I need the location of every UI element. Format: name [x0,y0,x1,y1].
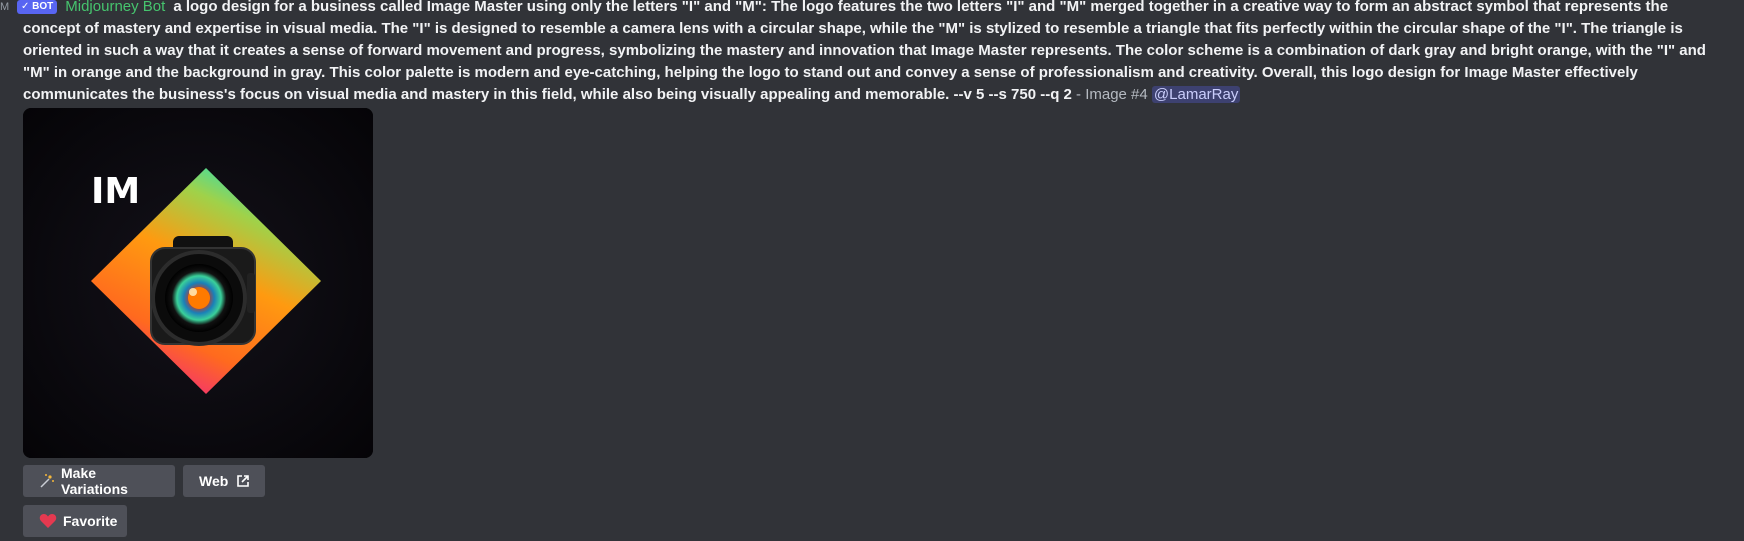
make-variations-label: Make Variations [61,465,128,497]
camera-icon [150,236,256,346]
chat-message: ✓ BOT Midjourney Bot a logo design for a b… [17,0,1723,110]
user-mention[interactable]: @LamarRay [1151,86,1241,103]
favorite-button[interactable]: Favorite [23,505,127,537]
bot-tag: ✓ BOT [17,0,58,14]
web-label: Web [199,473,229,489]
message-content: ✓ BOT Midjourney Bot a logo design for a b… [17,0,1723,106]
camera-logo-image: IM [23,108,373,458]
external-link-icon [236,474,250,488]
image-attachment[interactable]: IM [23,108,373,458]
heart-icon [39,513,57,529]
author-name[interactable]: Midjourney Bot [65,0,165,15]
web-button[interactable]: Web [183,465,265,497]
sparkles-icon [39,473,55,489]
prompt-text: a logo design for a business called Imag… [23,0,1706,103]
image-label: - Image #4 [1071,86,1152,103]
make-variations-button[interactable]: Make Variations [23,465,175,497]
timestamp: M [0,1,10,13]
logo-letters: IM [91,171,140,212]
favorite-label: Favorite [63,513,118,529]
